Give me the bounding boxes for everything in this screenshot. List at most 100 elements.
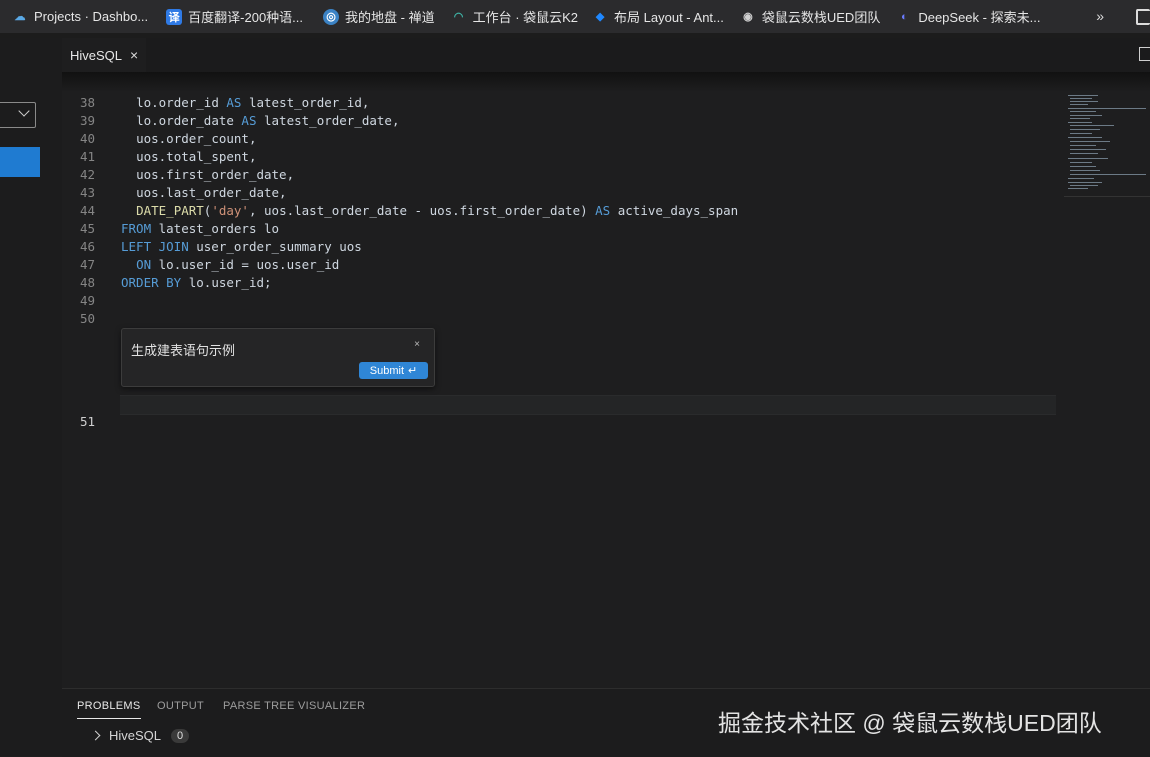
code-text: ON lo.user_id = uos.user_id (121, 256, 339, 274)
watermark-text: 掘金技术社区 @ 袋鼠云数栈UED团队 (718, 710, 1102, 736)
code-text: LEFT JOIN user_order_summary uos (121, 238, 362, 256)
sql-token: lo.user_id = uos.user_id (151, 257, 340, 272)
line-number: 51 (79, 414, 95, 429)
zentao-icon: ◎ (323, 8, 340, 25)
line-number: 43 (79, 185, 95, 200)
database-select[interactable] (0, 102, 36, 128)
code-line: 51 (62, 395, 95, 429)
line-number: 45 (79, 221, 95, 236)
sql-keyword: AS (595, 203, 611, 218)
code-text: lo.order_id AS latest_order_id, (121, 94, 369, 112)
line-number: 38 (79, 95, 95, 110)
sql-keyword: AS (226, 95, 242, 110)
bookmark-label: Projects · Dashbo... (34, 9, 149, 24)
line-number: 50 (79, 311, 95, 326)
sql-token: uos.total_spent, (136, 149, 257, 164)
sql-function: DATE_PART (136, 203, 204, 218)
bookmark-projects[interactable]: ☁ Projects · Dashbo... (12, 9, 149, 25)
primary-button[interactable] (0, 147, 40, 177)
globe-icon: ◉ (743, 11, 753, 23)
left-panel (0, 38, 62, 756)
line-number: 47 (79, 257, 95, 272)
bookmark-label: DeepSeek - 探索未... (918, 10, 1041, 25)
sql-token: lo.order_date (136, 113, 242, 128)
translate-icon: 译 (166, 8, 183, 25)
sql-token: , uos.last_order_date - uos.first_order_… (248, 203, 596, 218)
tab-hivesql[interactable]: HiveSQL × (62, 38, 147, 72)
problem-count-badge: 0 (171, 728, 190, 743)
sql-token: uos.last_order_date, (136, 185, 287, 200)
bookmark-label: 布局 Layout - Ant... (614, 10, 724, 25)
ai-prompt-widget: 生成建表语句示例 × Submit ↵ (121, 328, 435, 387)
sql-keyword: FROM (121, 221, 152, 236)
sql-token: uos.order_count, (136, 131, 257, 146)
sql-string: 'day' (211, 203, 249, 218)
close-icon[interactable]: × (414, 339, 420, 350)
editor-scroll-shadow (62, 72, 1150, 92)
code-text: DATE_PART('day', uos.last_order_date - u… (121, 202, 738, 220)
sql-keyword: ON (136, 257, 152, 272)
tab-parse-tree-visualizer[interactable]: PARSE TREE VISUALIZER (223, 700, 365, 712)
code-text: uos.last_order_date, (121, 184, 287, 202)
sql-keyword: LEFT JOIN (121, 239, 189, 254)
line-number: 49 (79, 293, 95, 308)
line-number: 48 (79, 275, 95, 290)
k2-icon: ◠ (453, 11, 464, 23)
line-number: 39 (79, 113, 95, 128)
sql-token: lo.order_id (136, 95, 227, 110)
submit-button[interactable]: Submit ↵ (359, 362, 428, 379)
tab-title: HiveSQL (70, 47, 123, 63)
enter-key-icon: ↵ (408, 365, 418, 377)
sql-token: user_order_summary uos (188, 239, 362, 254)
sql-token: active_days_span (610, 203, 739, 218)
editor-tab-bar: HiveSQL × (62, 38, 1150, 72)
submit-label: Submit (369, 364, 405, 377)
code-text: FROM latest_orders lo (121, 220, 279, 238)
code-text: uos.order_count, (121, 130, 256, 148)
sql-token: uos.first_order_date, (136, 167, 295, 182)
line-number: 46 (79, 239, 95, 254)
bookmark-label: 百度翻译-200种语... (188, 10, 304, 25)
sql-token: latest_order_id, (241, 95, 370, 110)
line-number: 41 (79, 149, 95, 164)
ant-design-icon: ◆ (595, 11, 605, 23)
bookmark-label: 工作台 · 袋鼠云K2 (472, 10, 579, 25)
line-number: 40 (79, 131, 95, 146)
folder-icon[interactable] (1136, 9, 1150, 25)
bookmark-zentao[interactable]: ◎ 我的地盘 - 禅道 (323, 7, 435, 26)
ai-prompt-input[interactable]: 生成建表语句示例 (131, 340, 235, 359)
problems-tree-item[interactable]: HiveSQL 0 (90, 728, 190, 743)
bookmark-baidu-translate[interactable]: 译 百度翻译-200种语... (166, 7, 303, 26)
current-line-highlight (120, 395, 1056, 415)
tree-item-label: HiveSQL (109, 728, 162, 743)
minimap[interactable] (1064, 92, 1150, 197)
bookmark-label: 我的地盘 - 禅道 (345, 10, 435, 25)
deepseek-icon: ◐ (901, 10, 908, 23)
code-editor[interactable]: 38 lo.order_id AS latest_order_id, 39 lo.… (62, 92, 1064, 688)
bookmarks-bar: ☁ Projects · Dashbo... 译 百度翻译-200种语... ◎… (0, 0, 1150, 33)
code-text: uos.first_order_date, (121, 166, 294, 184)
sql-keyword: ORDER BY (121, 275, 182, 290)
tab-output[interactable]: OUTPUT (157, 700, 204, 712)
chevron-down-icon (18, 105, 30, 117)
sql-token: latest_orders lo (151, 221, 280, 236)
bookmark-k2[interactable]: ◠ 工作台 · 袋鼠云K2 (451, 7, 578, 26)
bookmark-ant-layout[interactable]: ◆ 布局 Layout - Ant... (592, 7, 724, 26)
chevron-right-icon[interactable] (90, 730, 101, 741)
code-text: ORDER BY lo.user_id; (121, 274, 272, 292)
code-text: uos.total_spent, (121, 148, 256, 166)
bookmarks-more-button[interactable]: » (1096, 8, 1104, 24)
line-number: 42 (79, 167, 95, 182)
bookmark-label: 袋鼠云数栈UED团队 (761, 10, 881, 25)
code-text: lo.order_date AS latest_order_date, (121, 112, 399, 130)
bookmark-ued[interactable]: ◉ 袋鼠云数栈UED团队 (740, 7, 880, 26)
split-editor-icon[interactable] (1139, 47, 1150, 61)
close-icon[interactable]: × (130, 47, 138, 63)
sql-token: latest_order_date, (256, 113, 400, 128)
cloud-icon: ☁ (14, 11, 26, 23)
sql-token: lo.user_id; (181, 275, 272, 290)
sql-keyword: AS (241, 113, 257, 128)
tab-problems[interactable]: PROBLEMS (77, 700, 141, 719)
bookmark-deepseek[interactable]: ◐ DeepSeek - 探索未... (896, 7, 1040, 26)
line-number: 44 (79, 203, 95, 218)
